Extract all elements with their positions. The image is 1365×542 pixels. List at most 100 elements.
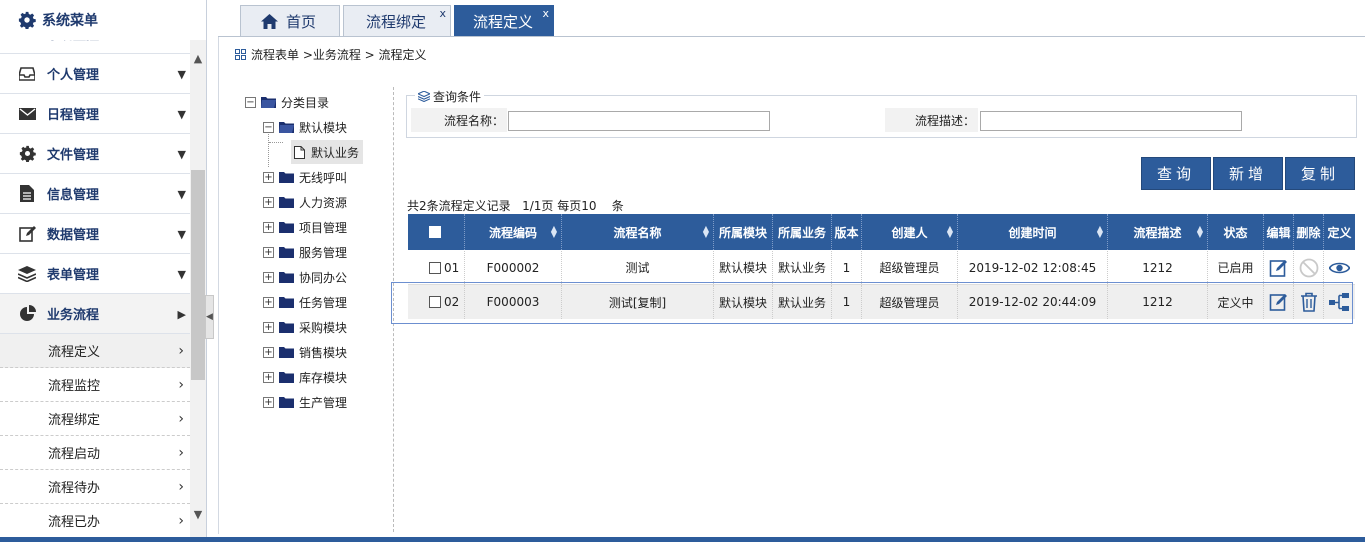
chevron-right-icon: › (178, 445, 184, 461)
sidebar-item-forms[interactable]: 表单管理 ▼ (0, 254, 190, 294)
col-header-name[interactable]: 流程名称 ▲ ▼ (562, 214, 714, 250)
close-icon[interactable]: x (439, 8, 446, 19)
envelope-icon (18, 105, 36, 123)
table-row[interactable]: 01 F000002 测试 默认模块 默认业务 1 超级管理员 2019-12-02 12:0… (408, 251, 1355, 285)
tree-node-default-business[interactable]: 默认业务 (291, 140, 364, 164)
define-action[interactable] (1324, 251, 1355, 284)
sidebar-collapse-handle[interactable]: ◀ (205, 295, 214, 339)
sidebar-scrollbar[interactable]: ▲ ▼ (190, 40, 206, 542)
cell-version: 1 (832, 251, 862, 284)
folder-icon (261, 97, 276, 108)
breadcrumb: 流程表单 >业务流程 > 流程定义 (235, 46, 427, 63)
col-header-module[interactable]: 所属模块 (714, 214, 773, 250)
sidebar-subitem-process-done[interactable]: 流程已办 › (0, 504, 190, 538)
cell-desc: 1212 (1108, 251, 1208, 284)
col-header-status[interactable]: 状态 (1208, 214, 1264, 250)
delete-action (1294, 251, 1324, 284)
edit-action[interactable] (1264, 251, 1294, 284)
pie-chart-icon (18, 305, 36, 323)
gear-icon (18, 145, 36, 163)
col-header-created[interactable]: 创建时间 ▲ ▼ (958, 214, 1108, 250)
expand-icon[interactable]: + (263, 296, 274, 308)
tree-node[interactable]: + 协同办公 (263, 267, 347, 287)
tree-node-default-module[interactable]: − 默认模块 (263, 117, 347, 137)
folder-icon (279, 247, 294, 258)
sort-icon: ▲ ▼ (1196, 224, 1203, 239)
sort-icon: ▲ ▼ (702, 224, 709, 239)
tree-node[interactable]: + 服务管理 (263, 242, 347, 262)
expand-icon[interactable]: + (263, 196, 274, 208)
bottom-bar (0, 537, 1365, 542)
tree-node-root[interactable]: − 分类目录 (245, 92, 329, 112)
process-name-input[interactable] (508, 111, 770, 131)
select-all-cell (408, 214, 465, 250)
tab-process-bind[interactable]: 流程绑定 x (343, 5, 451, 37)
chevron-down-icon: ▼ (177, 67, 186, 81)
expand-icon[interactable]: + (263, 321, 274, 333)
scroll-down-icon[interactable]: ▼ (190, 504, 206, 524)
sidebar-item-data[interactable]: 数据管理 ▼ (0, 214, 190, 254)
expand-icon[interactable]: + (263, 371, 274, 383)
tree-node[interactable]: + 任务管理 (263, 292, 347, 312)
collapse-icon[interactable]: − (245, 96, 256, 108)
sidebar-item-info[interactable]: 信息管理 ▼ (0, 174, 190, 214)
col-header-version[interactable]: 版本 (832, 214, 862, 250)
sidebar-subitem-process-start[interactable]: 流程启动 › (0, 436, 190, 470)
tree-node[interactable]: + 生产管理 (263, 392, 347, 412)
sidebar-subitem-process-monitor[interactable]: 流程监控 › (0, 368, 190, 402)
folder-icon (279, 397, 294, 408)
tree-node[interactable]: + 项目管理 (263, 217, 347, 237)
expand-icon[interactable]: + (263, 396, 274, 408)
col-header-code[interactable]: 流程编码 ▲ ▼ (465, 214, 562, 250)
sidebar-item-workflow[interactable]: 业务流程 ▶ (0, 294, 190, 334)
col-header-define: 定义 (1327, 225, 1352, 240)
gear-icon (18, 11, 36, 29)
cell-business: 默认业务 (773, 251, 832, 284)
view-icon[interactable] (1329, 261, 1350, 275)
chevron-right-icon: › (178, 377, 184, 393)
file-icon (294, 145, 305, 159)
sidebar-subitem-process-define[interactable]: 流程定义 › (0, 334, 190, 368)
tree-node[interactable]: + 人力资源 (263, 192, 347, 212)
folder-icon (279, 122, 294, 133)
col-header-desc[interactable]: 流程描述 ▲ ▼ (1108, 214, 1208, 250)
sort-icon: ▲ ▼ (946, 224, 953, 239)
sidebar-subitem-process-todo[interactable]: 流程待办 › (0, 470, 190, 504)
edit-icon[interactable] (1269, 258, 1289, 278)
tree-node[interactable]: + 无线呼叫 (263, 167, 347, 187)
sidebar-subitem-process-bind[interactable]: 流程绑定 › (0, 402, 190, 436)
inbox-icon (18, 65, 36, 83)
scrollbar-thumb[interactable] (191, 170, 205, 380)
add-button[interactable]: 新增 (1213, 157, 1283, 190)
close-icon[interactable]: x (542, 8, 549, 19)
chevron-down-icon: ▼ (177, 187, 186, 201)
sidebar-item-personal[interactable]: 个人管理 ▼ (0, 54, 190, 94)
process-name-label: 流程名称： (411, 108, 507, 132)
tree-node[interactable]: + 库存模块 (263, 367, 347, 387)
chevron-down-icon: ▼ (177, 227, 186, 241)
expand-icon[interactable]: + (263, 271, 274, 283)
expand-icon[interactable]: + (263, 221, 274, 233)
copy-button[interactable]: 复制 (1285, 157, 1355, 190)
collapse-icon[interactable]: − (263, 121, 274, 133)
sidebar-item-files[interactable]: 文件管理 ▼ (0, 134, 190, 174)
search-button[interactable]: 查询 (1141, 157, 1211, 190)
process-desc-label: 流程描述： (885, 108, 978, 132)
cell-code: F000002 (465, 251, 562, 284)
expand-icon[interactable]: + (263, 246, 274, 258)
expand-icon[interactable]: + (263, 171, 274, 183)
folder-icon (279, 347, 294, 358)
sidebar-item-schedule[interactable]: 日程管理 ▼ (0, 94, 190, 134)
process-desc-input[interactable] (980, 111, 1242, 131)
tree-node[interactable]: + 采购模块 (263, 317, 347, 337)
scroll-up-icon[interactable]: ▲ (190, 48, 206, 68)
col-header-creator[interactable]: 创建人 ▲ ▼ (862, 214, 958, 250)
row-checkbox[interactable] (429, 261, 441, 274)
col-header-business[interactable]: 所属业务 (773, 214, 832, 250)
tab-home[interactable]: 首页 (240, 5, 340, 37)
expand-icon[interactable]: + (263, 346, 274, 358)
tree-node[interactable]: + 销售模块 (263, 342, 347, 362)
select-all-checkbox[interactable] (428, 226, 441, 238)
tab-process-define[interactable]: 流程定义 x (454, 5, 554, 37)
query-panel: 查询条件 流程名称： 流程描述： (406, 88, 1357, 138)
